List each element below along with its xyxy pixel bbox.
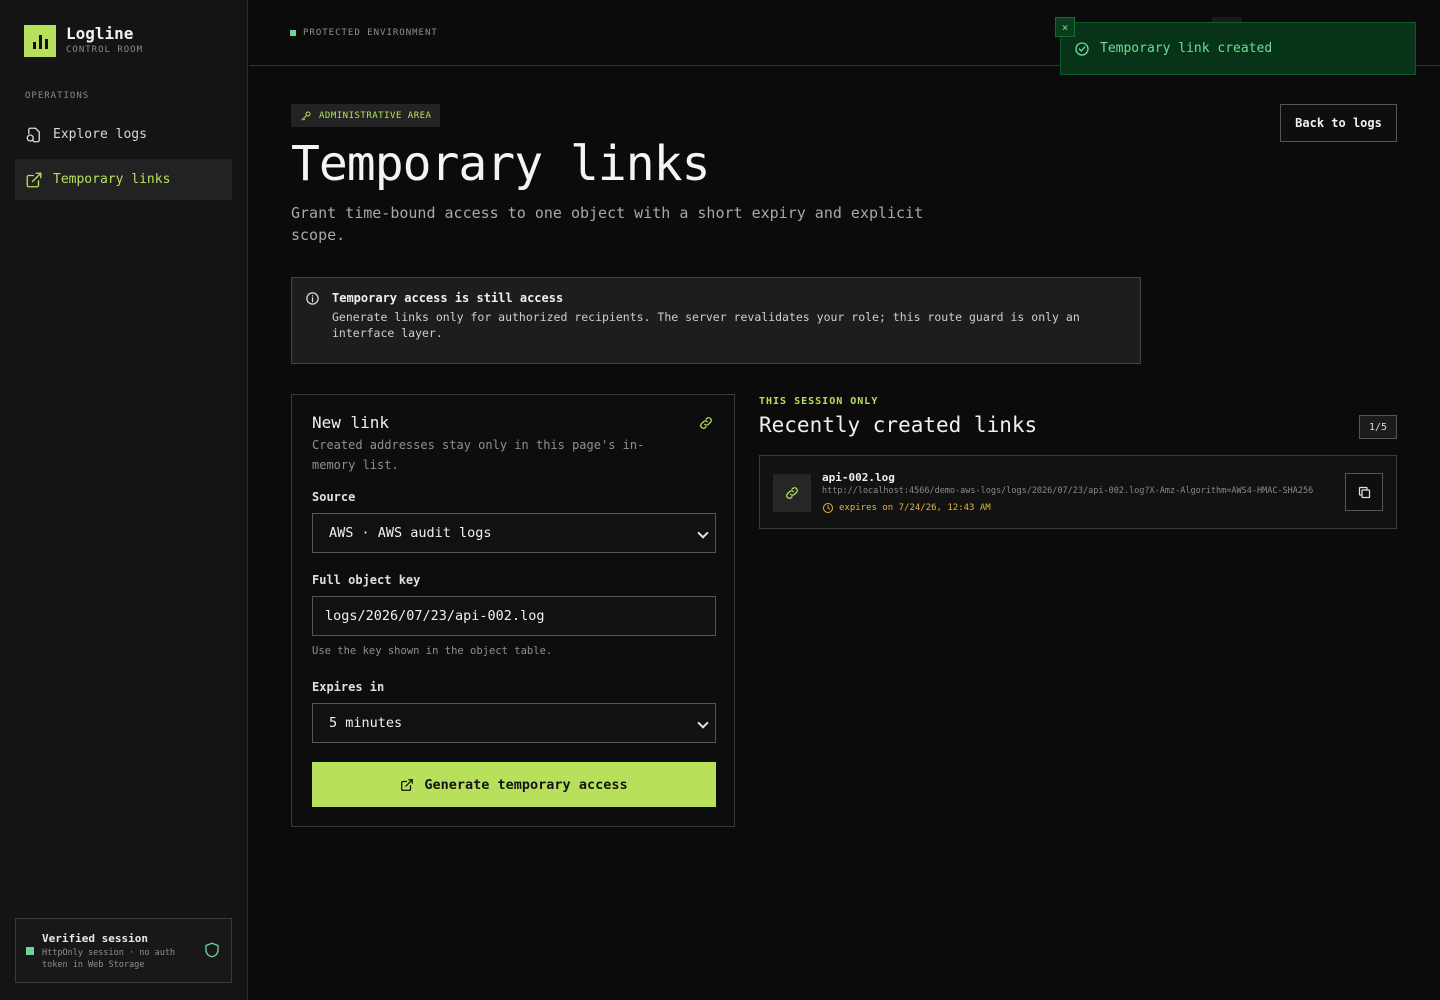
generate-button-label: Generate temporary access — [424, 776, 628, 793]
recent-kicker: THIS SESSION ONLY — [759, 396, 879, 407]
page-title: Temporary links — [291, 136, 710, 192]
notice-title: Temporary access is still access — [332, 291, 564, 305]
link-file-name: api-002.log — [822, 471, 895, 484]
sidebar-item-temporary-links[interactable]: Temporary links — [15, 159, 232, 200]
link-url[interactable]: http://localhost:4566/demo-aws-logs/logs… — [822, 486, 1332, 496]
access-notice: Temporary access is still access Generat… — [291, 277, 1141, 364]
badge-label: ADMINISTRATIVE AREA — [319, 110, 432, 121]
link-expiry: expires on 7/24/26, 12:43 AM — [822, 502, 991, 514]
generate-access-button[interactable]: Generate temporary access — [312, 762, 716, 807]
expires-label: Expires in — [312, 680, 385, 694]
session-status: Verified session HttpOnly session · no a… — [15, 918, 232, 983]
object-key-value: logs/2026/07/23/api-002.log — [325, 608, 545, 624]
link-thumbnail — [773, 474, 811, 512]
toast-notification: × Temporary link created — [1055, 17, 1416, 75]
environment-indicator: PROTECTED ENVIRONMENT — [290, 28, 438, 38]
check-circle-icon — [1075, 41, 1089, 56]
new-link-form: New link Created addresses stay only in … — [291, 394, 735, 827]
page-description: Grant time-bound access to one object wi… — [291, 204, 924, 244]
back-to-logs-button[interactable]: Back to logs — [1280, 104, 1397, 142]
external-link-icon — [26, 172, 42, 187]
key-icon — [301, 111, 311, 120]
source-select[interactable]: AWS · AWS audit logs — [312, 513, 716, 553]
recent-title: Recently created links — [759, 413, 1038, 437]
expires-select[interactable]: 5 minutes — [312, 703, 716, 743]
brand-name: Logline — [66, 24, 134, 43]
external-link-icon — [401, 778, 414, 791]
object-key-hint: Use the key shown in the object table. — [312, 645, 553, 657]
copy-link-button[interactable] — [1345, 473, 1383, 511]
form-title: New link — [312, 413, 390, 432]
source-value: AWS · AWS audit logs — [329, 525, 492, 541]
copy-icon — [1358, 486, 1370, 498]
session-indicator — [26, 947, 34, 955]
sidebar: Logline CONTROL ROOM OPERATIONS Explore … — [0, 0, 248, 1000]
form-subtitle: Created addresses stay only in this page… — [312, 438, 645, 472]
list-item: api-002.log http://localhost:4566/demo-a… — [759, 455, 1397, 529]
clock-icon — [823, 503, 833, 513]
link-icon — [786, 487, 798, 499]
session-subtitle: HttpOnly session · no auth token in Web … — [42, 948, 176, 970]
environment-dot — [290, 30, 296, 36]
source-label: Source — [312, 490, 356, 504]
brand[interactable]: Logline CONTROL ROOM — [24, 25, 143, 57]
sidebar-item-label: Temporary links — [53, 172, 171, 187]
sidebar-item-explore-logs[interactable]: Explore logs — [15, 114, 232, 155]
expires-value: 5 minutes — [329, 715, 403, 731]
object-key-label: Full object key — [312, 573, 421, 587]
notice-body: Generate links only for authorized recip… — [332, 310, 1080, 340]
admin-area-badge: ADMINISTRATIVE AREA — [291, 104, 441, 127]
toast-close-button[interactable]: × — [1055, 17, 1075, 37]
sidebar-item-label: Explore logs — [53, 127, 147, 142]
info-icon — [306, 292, 319, 305]
nav-heading: OPERATIONS — [25, 91, 90, 101]
toast-message: Temporary link created — [1100, 41, 1273, 56]
link-icon — [700, 417, 712, 429]
logo-bar-chart-icon — [24, 25, 56, 57]
shield-icon — [205, 942, 219, 958]
link-count-badge: 1/5 — [1359, 415, 1397, 439]
environment-label: PROTECTED ENVIRONMENT — [303, 28, 438, 38]
explore-logs-icon — [26, 127, 40, 142]
brand-subtitle: CONTROL ROOM — [66, 45, 144, 55]
link-expiry-text: expires on 7/24/26, 12:43 AM — [839, 503, 991, 513]
object-key-input[interactable]: logs/2026/07/23/api-002.log — [312, 596, 716, 636]
session-title: Verified session — [42, 932, 148, 945]
